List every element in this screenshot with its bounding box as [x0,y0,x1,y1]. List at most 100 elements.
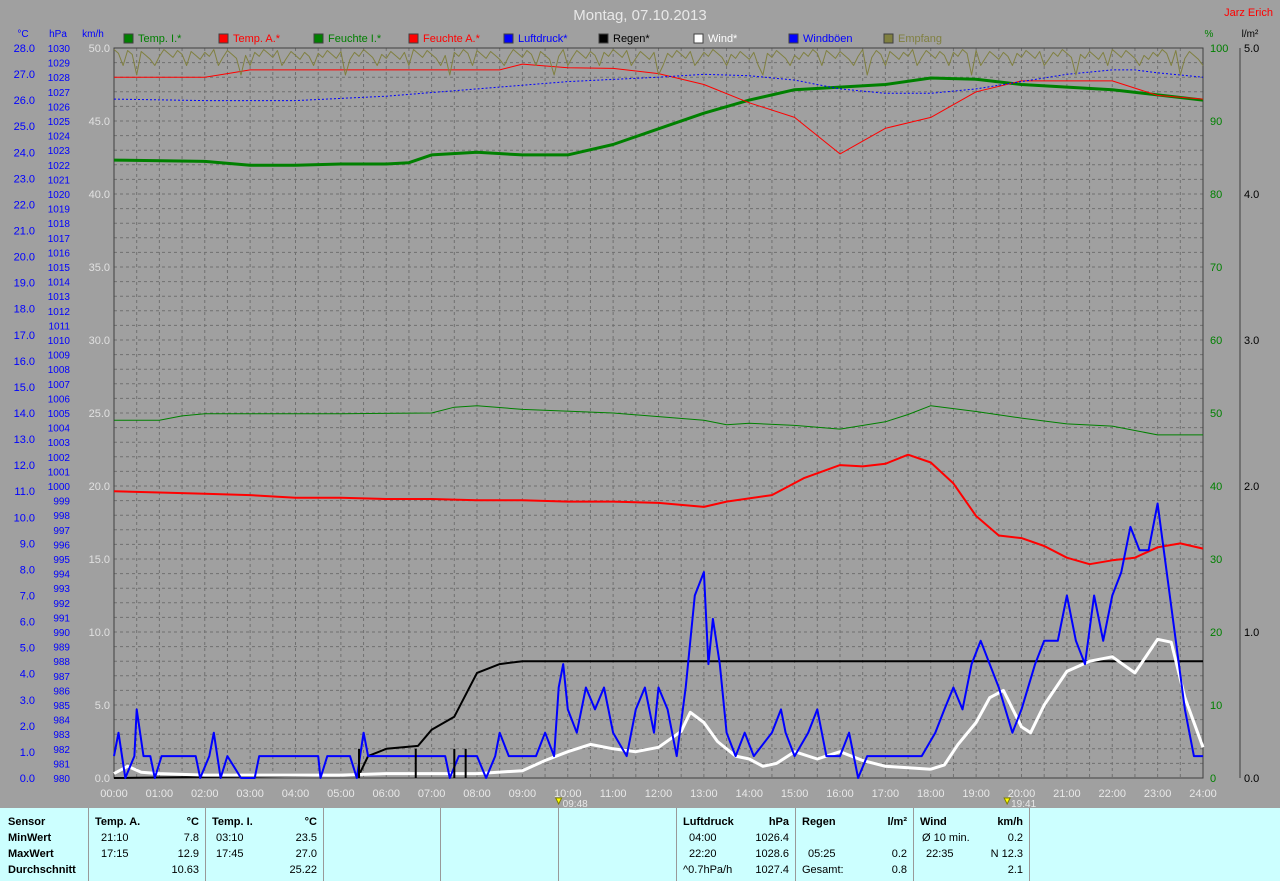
x-tick-label: 09:00 [509,788,537,800]
x-tick-label: 11:00 [600,788,627,800]
wind-tick-label: 30.0 [89,335,110,347]
pressure-tick-label: 984 [53,716,70,727]
x-tick-label: 06:00 [372,788,400,800]
temp-tick-label: 8.0 [20,564,35,576]
humidity-tick-label: 100 [1210,43,1228,55]
pressure-min: 1026.4 [755,832,789,844]
temp-tick-label: 15.0 [14,382,35,394]
wind-mean: 2.1 [1007,864,1023,876]
pressure-tick-label: 999 [53,497,70,508]
legend-label: Feuchte A.* [423,33,481,45]
time-marker-label: 19:41 [1011,799,1036,808]
temp-tick-label: 26.0 [14,95,35,107]
legend-label: Regen* [613,33,650,45]
temp-tick-label: 5.0 [20,643,35,655]
temp-i-max: 27.0 [295,848,317,860]
pressure-tick-label: 1022 [48,161,71,172]
pressure-tick-label: 1007 [48,380,71,391]
pressure-tick-label: 1005 [48,409,71,420]
pressure-tick-label: 986 [53,686,70,697]
pressure-tick-label: 1026 [48,102,71,113]
pressure-tick-label: 995 [53,555,70,566]
stats-rain-col: Regen l/m² 05:25 0.2 Gesamt: 0.8 [796,808,914,881]
temp-i-unit: °C [304,816,317,828]
temp-tick-label: 13.0 [14,434,35,446]
x-tick-label: 05:00 [327,788,355,800]
x-tick-label: 08:00 [463,788,491,800]
legend-label: Luftdruck* [518,33,568,45]
x-tick-label: 14:00 [735,788,763,800]
x-tick-label: 13:00 [690,788,718,800]
wind-tick-label: 25.0 [89,408,110,420]
pressure-tick-label: 1001 [48,467,71,478]
pressure-max: 1028.6 [755,848,789,860]
temp-i-min: 23.5 [295,832,317,844]
temp-a-min-time: 21:10 [101,832,129,844]
stats-wind-col: Wind km/h Ø 10 min. 0.2 22:35 N 12.3 2.1 [914,808,1030,881]
wind-tick-label: 20.0 [89,481,110,493]
stats-sensor-col: Sensor MinWert MaxWert Durchschnitt [0,808,89,881]
pressure-tick-label: 989 [53,643,70,654]
wind-tick-label: 35.0 [89,262,110,274]
pressure-tick-label: 1000 [48,482,71,493]
rain-tick-label: 4.0 [1244,189,1259,201]
temp-tick-label: 12.0 [14,460,35,472]
legend-swatch [313,33,324,44]
pressure-tick-label: 993 [53,584,70,595]
x-tick-label: 00:00 [100,788,128,800]
rain-tick-label: 1.0 [1244,627,1259,639]
author-label: Jarz Erich [1224,7,1273,19]
wind-tick-label: 5.0 [95,700,110,712]
stats-empty-1 [324,808,441,881]
x-tick-label: 01:00 [146,788,174,800]
pressure-unit-label: hPa [49,29,67,40]
pressure-tick-label: 1024 [48,132,71,143]
x-tick-label: 23:00 [1144,788,1172,800]
weather-chart: Montag, 07.10.2013 Jarz Erich °C hPa km/h% l/… [14,7,1273,808]
pressure-tick-label: 987 [53,672,70,683]
stats-pressure-col: Luftdruck hPa 04:00 1026.4 22:20 1028.6 … [677,808,796,881]
wind-tick-label: 40.0 [89,189,110,201]
temp-tick-label: 3.0 [20,695,35,707]
pressure-tick-label: 980 [53,774,70,785]
temp-tick-label: 18.0 [14,304,35,316]
pressure-tick-label: 1011 [48,321,70,332]
legend-label: Windböen [803,33,853,45]
temp-tick-label: 20.0 [14,252,35,264]
wind-max-time: 22:35 [926,848,954,860]
humidity-tick-label: 90 [1210,116,1222,128]
x-tick-label: 04:00 [282,788,310,800]
wind-unit: km/h [997,816,1023,828]
pressure-min-time: 04:00 [689,832,717,844]
temp-i-min-time: 03:10 [216,832,244,844]
temp-a-min: 7.8 [183,832,199,844]
temp-a-unit: °C [186,816,199,828]
temp-tick-label: 21.0 [14,226,35,238]
temp-tick-label: 25.0 [14,121,35,133]
pressure-tick-label: 1013 [48,292,71,303]
pressure-unit: hPa [768,816,789,828]
wind-tick-label: 10.0 [89,627,110,639]
wind-tick-label: 15.0 [89,554,110,566]
pressure-tick-label: 1014 [48,278,71,289]
pressure-tick-label: 1019 [48,205,71,216]
temp-tick-label: 22.0 [14,199,35,211]
pressure-tick-label: 996 [53,540,70,551]
rain-unit: l/m² [887,816,907,828]
wind-avg-label: Ø 10 min. [922,832,970,844]
pressure-tick-label: 1003 [48,438,71,449]
pressure-tick-label: 988 [53,657,70,668]
pressure-tick-label: 1015 [48,263,71,274]
x-tick-label: 16:00 [826,788,854,800]
rain-unit-label: l/m² [1242,29,1259,40]
x-tick-label: 02:00 [191,788,219,800]
pressure-tick-label: 983 [53,730,70,741]
pressure-tick-label: 1012 [48,307,71,318]
humidity-tick-label: 70 [1210,262,1222,274]
pressure-tick-label: 985 [53,701,70,712]
legend-swatch [123,33,134,44]
humidity-tick-label: 20 [1210,627,1222,639]
pressure-tick-label: 981 [53,759,70,770]
x-tick-label: 24:00 [1189,788,1217,800]
wind-tick-label: 0.0 [95,773,110,785]
